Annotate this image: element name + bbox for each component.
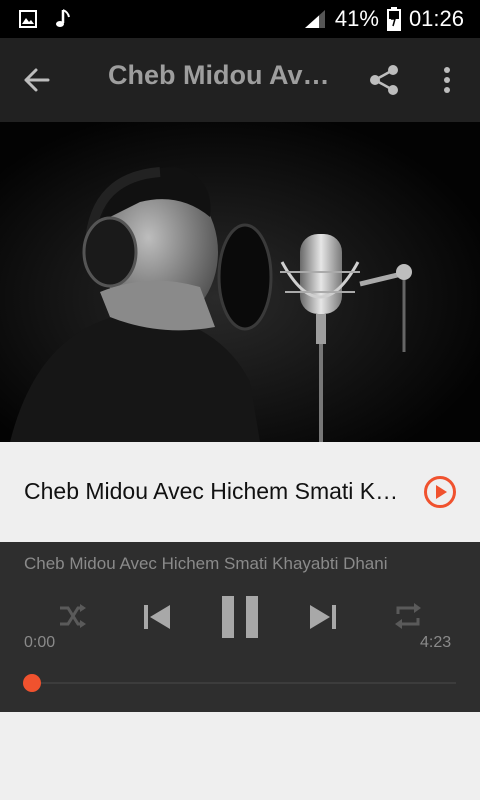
current-time: 0:00	[24, 634, 56, 651]
repeat-icon[interactable]	[392, 600, 424, 632]
now-playing-title: Cheb Midou Avec Hichem Smati Khayabti Dh…	[24, 554, 388, 573]
pause-icon[interactable]	[220, 594, 260, 640]
shuffle-icon[interactable]	[56, 600, 88, 632]
share-icon[interactable]	[366, 62, 402, 98]
app-bar: Cheb Midou Avec Hichem Smati Khayabti Dh…	[0, 38, 480, 122]
song-list-item[interactable]: Cheb Midou Avec Hichem Smati Khayabti Dh…	[0, 442, 480, 542]
seek-thumb[interactable]	[23, 674, 41, 692]
status-bar: 41% 01:26	[0, 0, 480, 38]
more-vertical-icon[interactable]	[432, 62, 462, 98]
music-player-panel: Cheb Midou Avec Hichem Smati Khayabti Dh…	[0, 542, 480, 712]
page-title: Cheb Midou Avec Hichem Smati Khayabti Dh…	[108, 60, 338, 90]
music-note-icon	[56, 9, 70, 27]
total-time: 4:23	[420, 634, 452, 651]
status-time: 01:26	[408, 6, 464, 31]
play-circle-icon[interactable]	[423, 475, 457, 509]
arrow-left-icon[interactable]	[18, 62, 54, 98]
image-icon	[19, 10, 37, 28]
album-art-image	[0, 122, 480, 442]
signal-icon	[304, 10, 325, 28]
skip-previous-icon[interactable]	[140, 600, 174, 634]
skip-next-icon[interactable]	[306, 600, 340, 634]
battery-percent: 41%	[334, 6, 379, 31]
battery-icon	[386, 7, 401, 31]
progress-track[interactable]	[24, 682, 456, 684]
song-title: Cheb Midou Avec Hichem Smati Khayabti Dh…	[24, 478, 408, 504]
